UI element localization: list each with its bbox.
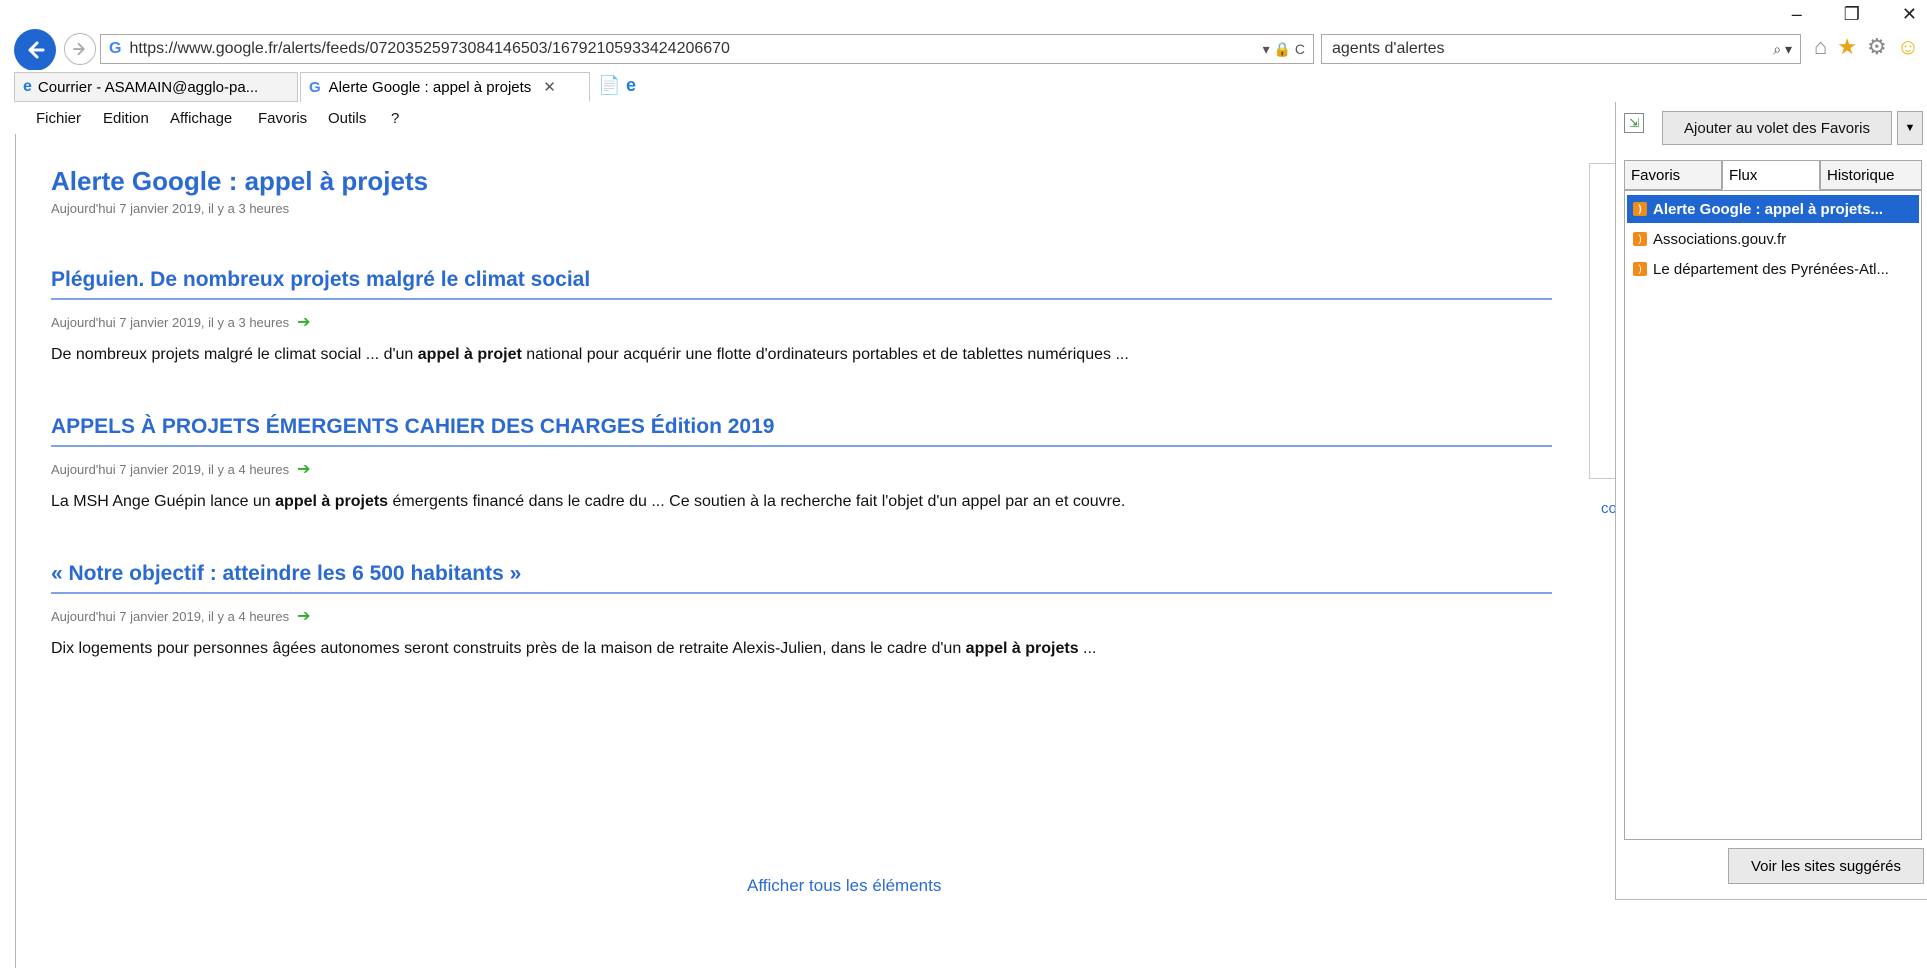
tab-flux[interactable]: Flux [1722,160,1820,190]
feed-item: « Notre objectif : atteindre les 6 500 h… [51,562,1552,658]
content-frame-border [15,134,16,968]
smiley-feedback-icon[interactable]: ☺ [1897,34,1919,60]
feed-subtitle: Aujourd'hui 7 janvier 2019, il y a 3 heu… [51,201,290,216]
desc-text: ... [1078,640,1097,657]
feed-list-label: Le département des Pyrénées-Atl... [1653,260,1889,278]
address-tools[interactable]: ▾ 🔒 C [1263,41,1313,58]
feed-item-date: Aujourd'hui 7 janvier 2019, il y a 4 heu… [51,459,1552,479]
search-input[interactable]: agents d'alertes [1322,40,1773,58]
feed-list-label: Associations.gouv.fr [1653,230,1787,248]
favorites-panel: ⇲ Ajouter au volet des Favoris ▼ Favoris… [1615,102,1927,900]
ie-favicon-icon: e [23,78,32,95]
pin-panel-icon[interactable]: ⇲ [1624,113,1644,133]
feed-list-item[interactable]: ) Alerte Google : appel à projets... [1627,195,1919,223]
address-bar-row: G https://www.google.fr/alerts/feeds/072… [0,0,1927,71]
arrow-right-icon[interactable]: ➔ [297,459,310,479]
desc-text: émergents financé dans le cadre du ... C… [388,493,1126,510]
url-text[interactable]: https://www.google.fr/alerts/feeds/07203… [129,40,1262,58]
add-to-favorites-bar-button[interactable]: Ajouter au volet des Favoris [1662,111,1892,145]
item-date-text: Aujourd'hui 7 janvier 2019, il y a 4 heu… [51,461,290,477]
menu-edition[interactable]: Edition [103,110,149,127]
tab-courrier[interactable]: e Courrier - ASAMAIN@agglo-pa... [14,72,298,102]
google-favicon-icon: G [309,78,321,96]
new-tab-icon[interactable]: 📄 [598,75,620,96]
close-icon[interactable]: ✕ [1902,4,1917,25]
feed-list-item[interactable]: ) Associations.gouv.fr [1627,225,1919,253]
feed-title: Alerte Google : appel à projets [51,166,429,196]
feed-item-date: Aujourd'hui 7 janvier 2019, il y a 4 heu… [51,606,1552,626]
feed-item-title-link[interactable]: Pléguien. De nombreux projets malgré le … [51,268,1552,300]
desc-text: Dix logements pour personnes âgées auton… [51,640,966,657]
chevron-down-icon[interactable]: ▼ [1897,111,1923,145]
desc-text: national pour acquérir une flotte d'ordi… [521,346,1129,363]
back-button[interactable] [14,29,56,71]
forward-arrow-icon [73,42,85,56]
item-date-text: Aujourd'hui 7 janvier 2019, il y a 4 heu… [51,608,290,624]
feed-content: Alerte Google : appel à projets Aujourd'… [51,166,1552,895]
feed-item-description: La MSH Ange Guépin lance un appel à proj… [51,493,1552,511]
tab-label: Courrier - ASAMAIN@agglo-pa... [37,78,259,96]
desc-bold: appel à projet [417,346,522,363]
google-favicon-icon: G [109,40,122,57]
toolbar-icons: ⌂ ★ ⚙ ☺ [1814,34,1919,60]
tab-label: Alerte Google : appel à projets [328,78,532,96]
search-icon[interactable]: ⌕ ▾ [1773,41,1800,58]
search-box[interactable]: agents d'alertes ⌕ ▾ [1321,34,1801,64]
arrow-right-icon[interactable]: ➔ [297,312,310,332]
feed-item: Pléguien. De nombreux projets malgré le … [51,268,1552,364]
suggested-sites-button[interactable]: Voir les sites suggérés [1728,848,1924,884]
tab-favoris[interactable]: Favoris [1624,160,1722,190]
favorites-star-icon[interactable]: ★ [1837,34,1857,60]
window-controls: – ❐ ✕ [1792,4,1917,25]
feed-item-date: Aujourd'hui 7 janvier 2019, il y a 3 heu… [51,312,1552,332]
tab-bar: e Courrier - ASAMAIN@agglo-pa... G Alert… [0,70,1927,102]
menu-favoris[interactable]: Favoris [258,110,307,127]
desc-text: La MSH Ange Guépin lance un [51,493,276,510]
item-date-text: Aujourd'hui 7 janvier 2019, il y a 3 heu… [51,314,290,330]
feed-item: APPELS À PROJETS ÉMERGENTS CAHIER DES CH… [51,415,1552,511]
forward-button[interactable] [64,33,96,65]
feeds-list: ) Alerte Google : appel à projets... ) A… [1624,190,1922,840]
arrow-right-icon[interactable]: ➔ [297,606,310,626]
tab-historique[interactable]: Historique [1820,160,1922,190]
rss-icon: ) [1633,232,1647,246]
home-icon[interactable]: ⌂ [1814,34,1827,60]
restore-icon[interactable]: ❐ [1844,4,1860,25]
address-bar[interactable]: G https://www.google.fr/alerts/feeds/072… [100,34,1314,64]
desc-text: De nombreux projets malgré le climat soc… [51,346,418,363]
feed-item-description: De nombreux projets malgré le climat soc… [51,346,1552,364]
feed-item-title-link[interactable]: « Notre objectif : atteindre les 6 500 h… [51,562,1552,594]
rss-icon: ) [1633,262,1647,276]
show-all-link[interactable]: Afficher tous les éléments [747,876,941,896]
feed-list-item[interactable]: ) Le département des Pyrénées-Atl... [1627,255,1919,283]
menu-help[interactable]: ? [391,110,399,127]
close-tab-icon[interactable]: ✕ [543,78,556,96]
menu-outils[interactable]: Outils [328,110,366,127]
desc-bold: appel à projets [965,640,1079,657]
feed-list-label: Alerte Google : appel à projets... [1653,200,1884,218]
back-arrow-icon [28,41,45,59]
feed-item-title-link[interactable]: APPELS À PROJETS ÉMERGENTS CAHIER DES CH… [51,415,1552,447]
feed-item-description: Dix logements pour personnes âgées auton… [51,640,1552,658]
ie-new-tab-icon[interactable]: e [626,75,636,96]
minimize-icon[interactable]: – [1792,4,1802,25]
rss-icon: ) [1633,202,1647,216]
menu-affichage[interactable]: Affichage [170,110,232,127]
tab-alerte-google[interactable]: G Alerte Google : appel à projets ✕ [300,72,590,102]
desc-bold: appel à projets [275,493,389,510]
settings-gear-icon[interactable]: ⚙ [1867,34,1887,60]
menu-fichier[interactable]: Fichier [36,110,81,127]
